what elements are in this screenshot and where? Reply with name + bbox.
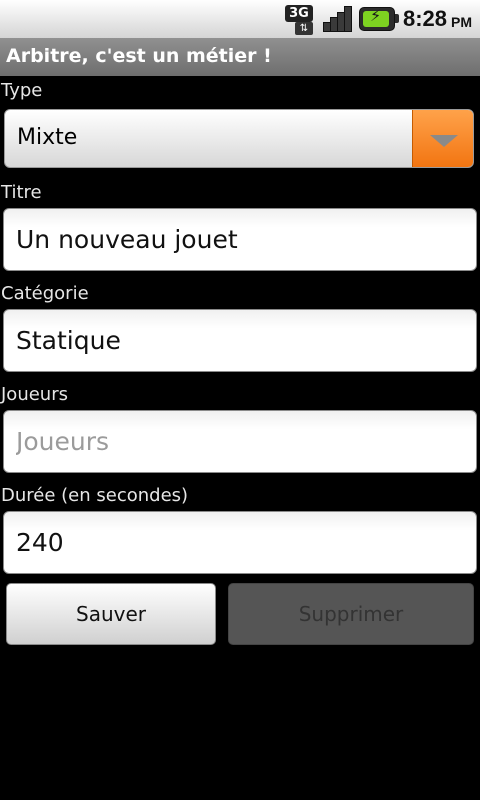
dropdown-arrow-icon [430, 135, 458, 147]
clock-ampm: PM [451, 14, 472, 30]
joueurs-input[interactable] [3, 410, 477, 473]
delete-button[interactable]: Supprimer [228, 583, 474, 645]
titre-label: Titre [1, 182, 42, 203]
joueurs-label: Joueurs [1, 384, 68, 405]
categorie-input[interactable] [3, 309, 477, 372]
categorie-label: Catégorie [1, 283, 89, 304]
type-spinner[interactable]: Mixte [4, 109, 474, 168]
3g-network-icon: 3G ⇅ [283, 2, 317, 36]
app-title-bar: Arbitre, c'est un métier ! [0, 38, 480, 76]
app-title: Arbitre, c'est un métier ! [6, 45, 272, 67]
type-label: Type [1, 80, 43, 101]
signal-strength-icon [319, 2, 355, 36]
clock-time: 8:28 [402, 6, 447, 31]
titre-input[interactable] [3, 208, 477, 271]
type-selected-value: Mixte [17, 125, 78, 150]
battery-charging-icon: ⚡ [358, 6, 399, 31]
status-bar: 3G ⇅ ⚡ 8:28 PM [0, 0, 480, 38]
save-button[interactable]: Sauver [6, 583, 216, 645]
type-dropdown-button[interactable] [412, 110, 473, 167]
duree-input[interactable] [3, 511, 477, 574]
data-activity-icon: ⇅ [294, 22, 313, 35]
duree-label: Durée (en secondes) [1, 485, 189, 506]
network-type-label: 3G [284, 5, 313, 22]
